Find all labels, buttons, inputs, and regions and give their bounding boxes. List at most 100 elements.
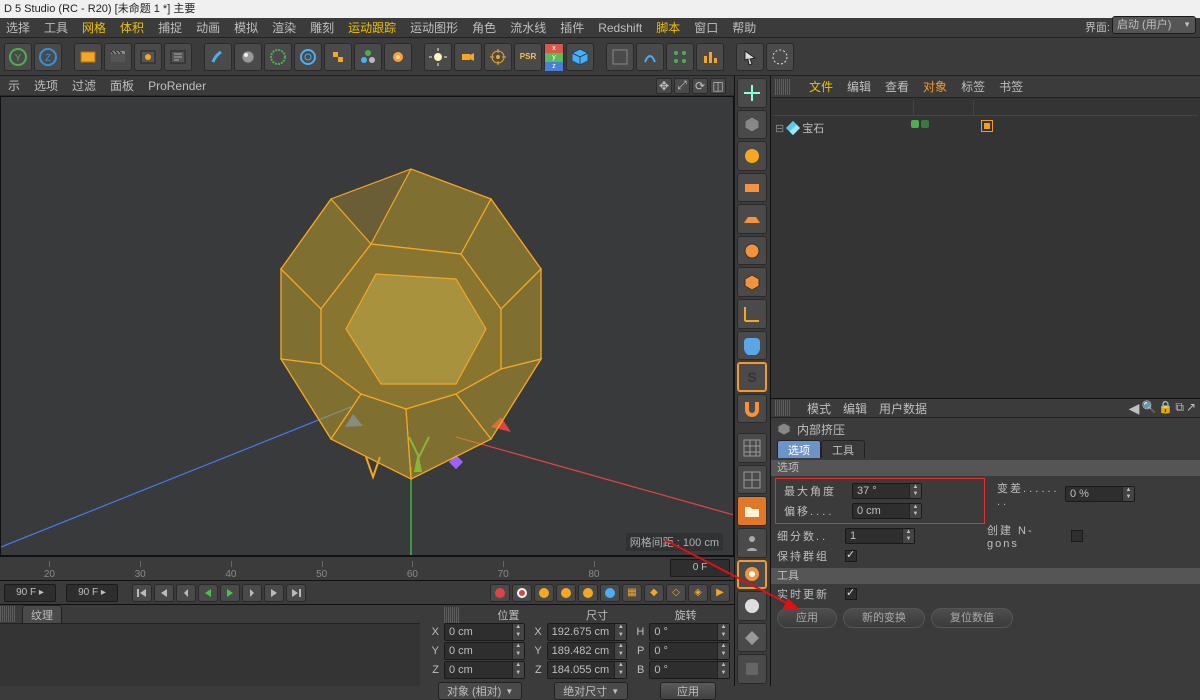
coord-size-dropdown[interactable]: 绝对尺寸▼ <box>554 682 628 700</box>
view-tab-panel[interactable]: 面板 <box>110 77 134 94</box>
cube-primitive-icon[interactable] <box>566 43 594 71</box>
cloner-icon[interactable] <box>324 43 352 71</box>
link-icon[interactable]: ⧉ <box>1175 400 1184 417</box>
menu-tools[interactable]: 工具 <box>44 19 68 36</box>
render-settings-icon[interactable] <box>164 43 192 71</box>
tool-character-icon[interactable] <box>737 528 767 558</box>
size-y-field[interactable]: 189.482 cm▲▼ <box>547 642 628 660</box>
tool-grid1-icon[interactable] <box>737 433 767 463</box>
menu-render[interactable]: 渲染 <box>272 19 296 36</box>
apply-button[interactable]: 应用 <box>777 608 837 628</box>
autokey-icon[interactable] <box>512 584 532 602</box>
tool-folder-icon[interactable] <box>737 496 767 526</box>
menu-animate[interactable]: 动画 <box>196 19 220 36</box>
menu-snap[interactable]: 捕捉 <box>158 19 182 36</box>
deformer-icon[interactable] <box>294 43 322 71</box>
lock-icon[interactable]: 🔒 <box>1158 400 1173 417</box>
camera-icon[interactable] <box>454 43 482 71</box>
bend-icon[interactable] <box>636 43 664 71</box>
target-icon[interactable] <box>484 43 512 71</box>
objtab-bookmarks[interactable]: 书签 <box>999 78 1023 95</box>
menu-mesh[interactable]: 网格 <box>82 19 106 36</box>
key-mode1-icon[interactable]: ◆ <box>644 584 664 602</box>
menu-help[interactable]: 帮助 <box>732 19 756 36</box>
array-icon[interactable] <box>666 43 694 71</box>
axis-filter[interactable]: x y z <box>544 43 564 71</box>
tab-texture[interactable]: 纹理 <box>22 605 62 624</box>
view-tab-display[interactable]: 示 <box>8 77 20 94</box>
mograph-icon[interactable] <box>696 43 724 71</box>
tool-snap-icon[interactable]: S <box>737 362 767 392</box>
objtab-view[interactable]: 查看 <box>885 78 909 95</box>
new-manager-icon[interactable]: ↗ <box>1186 400 1196 417</box>
drag-handle-icon[interactable] <box>775 400 791 416</box>
reset-button[interactable]: 复位数值 <box>931 608 1013 628</box>
tool-misc-icon[interactable] <box>737 654 767 684</box>
rot-h-field[interactable]: 0 °▲▼ <box>649 623 730 641</box>
menu-sculpt[interactable]: 雕刻 <box>310 19 334 36</box>
tool-grid2-icon[interactable] <box>737 465 767 495</box>
range-end-field[interactable]: 90 F ▸ <box>66 584 118 602</box>
tool-sky-icon[interactable] <box>737 236 767 266</box>
key-scale-icon[interactable] <box>578 584 598 602</box>
material-icon[interactable] <box>234 43 262 71</box>
object-visibility-dots[interactable] <box>911 120 929 128</box>
play-range-icon[interactable]: ▶ <box>710 584 730 602</box>
objtab-tags[interactable]: 标签 <box>961 78 985 95</box>
tool-eraser-icon[interactable] <box>737 591 767 621</box>
keepgroup-checkbox[interactable] <box>845 550 857 562</box>
attr-tab-edit[interactable]: 编辑 <box>843 400 867 417</box>
subdiv-field[interactable]: 1▲▼ <box>845 528 915 544</box>
pointer-icon[interactable] <box>736 43 764 71</box>
pos-x-field[interactable]: 0 cm▲▼ <box>444 623 525 641</box>
key-mode2-icon[interactable]: ◇ <box>666 584 686 602</box>
drag-handle-icon[interactable] <box>0 606 16 622</box>
effector-icon[interactable] <box>354 43 382 71</box>
drag-handle-icon[interactable] <box>775 79 791 95</box>
key-param-icon[interactable] <box>600 584 620 602</box>
key-rot-icon[interactable] <box>556 584 576 602</box>
fields-icon[interactable] <box>384 43 412 71</box>
play-backward-icon[interactable] <box>198 584 218 602</box>
coord-mode-dropdown[interactable]: 对象 (相对)▼ <box>438 682 522 700</box>
render-active-icon[interactable] <box>134 43 162 71</box>
axis-y-button[interactable]: Y <box>4 43 32 71</box>
prev-element-icon[interactable]: ◀ <box>1129 400 1140 417</box>
tool-floor-icon[interactable] <box>737 204 767 234</box>
tool-move-icon[interactable] <box>737 78 767 108</box>
object-tree[interactable]: ⊟ 宝石 <box>771 98 1200 398</box>
objtab-edit[interactable]: 编辑 <box>847 78 871 95</box>
next-key-icon[interactable] <box>264 584 284 602</box>
psr-button[interactable]: PSR <box>514 43 542 71</box>
menu-mograph[interactable]: 运动图形 <box>410 19 458 36</box>
tool-cube-icon[interactable] <box>737 110 767 140</box>
view-tab-prorender[interactable]: ProRender <box>148 79 206 93</box>
menu-character[interactable]: 角色 <box>472 19 496 36</box>
tool-brush-icon[interactable] <box>737 560 767 590</box>
realtime-checkbox[interactable] <box>845 588 857 600</box>
tool-sphere-icon[interactable] <box>737 141 767 171</box>
view-tab-filter[interactable]: 过滤 <box>72 77 96 94</box>
menu-script[interactable]: 脚本 <box>656 19 680 36</box>
record-key-icon[interactable] <box>490 584 510 602</box>
menu-plugins[interactable]: 插件 <box>560 19 584 36</box>
expand-icon[interactable]: ⊟ <box>775 122 784 135</box>
clapperboard-icon[interactable] <box>104 43 132 71</box>
view-maximize-icon[interactable]: ◫ <box>710 78 726 94</box>
key-mode3-icon[interactable]: ◈ <box>688 584 708 602</box>
view-rotate-icon[interactable]: ⟳ <box>692 78 708 94</box>
menu-select[interactable]: 选择 <box>6 19 30 36</box>
tool-magnet-icon[interactable] <box>737 394 767 424</box>
coord-apply-button[interactable]: 应用 <box>660 682 716 700</box>
goto-end-icon[interactable] <box>286 584 306 602</box>
dynamics-icon[interactable] <box>264 43 292 71</box>
ngons-checkbox[interactable] <box>1071 530 1083 542</box>
next-frame-icon[interactable] <box>242 584 262 602</box>
rot-p-field[interactable]: 0 °▲▼ <box>649 642 730 660</box>
view-zoom-icon[interactable]: ⤢ <box>674 78 690 94</box>
layout-dropdown[interactable]: 启动 (用户) ▼ <box>1112 16 1196 34</box>
tool-box-icon[interactable] <box>737 267 767 297</box>
menu-redshift[interactable]: Redshift <box>598 21 642 35</box>
new-project-icon[interactable] <box>74 43 102 71</box>
new-transform-button[interactable]: 新的变换 <box>843 608 925 628</box>
